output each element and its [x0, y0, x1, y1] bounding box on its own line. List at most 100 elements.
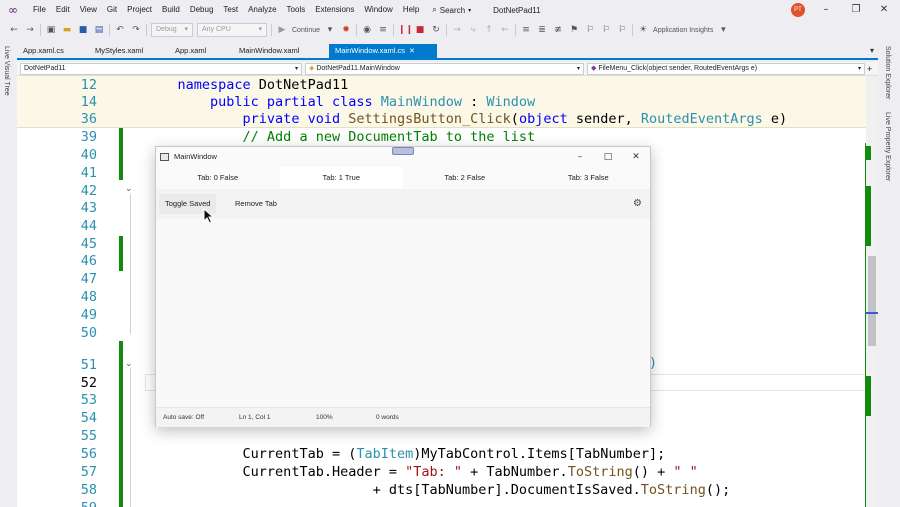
- live-visual-tree-tab[interactable]: Live Visual Tree: [3, 46, 10, 96]
- chevron-down-icon[interactable]: ▾: [717, 24, 729, 36]
- member-dropdown[interactable]: ◆ FileMenu_Click(object sender, RoutedEv…: [587, 63, 865, 75]
- code-line[interactable]: 36 private void SettingsButton_Click(obj…: [17, 111, 866, 128]
- diagnostics-icon[interactable]: ≡: [520, 24, 532, 36]
- project-dropdown[interactable]: DotNetPad11 ▾: [20, 63, 302, 75]
- menu-view[interactable]: View: [75, 0, 102, 20]
- doc-tab-mainwindow-xaml[interactable]: MainWindow.xaml: [233, 44, 329, 58]
- chevron-down-icon[interactable]: ▾: [324, 24, 336, 36]
- app-tab-0[interactable]: Tab: 0 False: [156, 167, 280, 189]
- fold-chevron-icon[interactable]: ⌄: [125, 184, 133, 194]
- save-all-icon[interactable]: ▤: [93, 24, 105, 36]
- bookmark-icon[interactable]: ⚑: [568, 24, 580, 36]
- code-line[interactable]: 58 + dts[TabNumber].DocumentIsSaved.ToSt…: [17, 482, 866, 499]
- menu-test[interactable]: Test: [218, 0, 243, 20]
- fold-chevron-icon[interactable]: ⌄: [125, 359, 133, 369]
- app-close-icon[interactable]: ✕: [622, 147, 650, 167]
- hot-reload-icon[interactable]: ✹: [340, 24, 352, 36]
- code-text: private void SettingsButton_Click(object…: [145, 111, 788, 128]
- step-into-icon[interactable]: →: [451, 24, 463, 36]
- doc-tab-mystyles-xaml[interactable]: MyStyles.xaml: [89, 44, 169, 58]
- app-tab-1[interactable]: Tab: 1 True: [279, 167, 403, 189]
- visual-studio-logo-icon[interactable]: ∞: [8, 4, 22, 16]
- menu-extensions[interactable]: Extensions: [310, 0, 359, 20]
- gear-icon[interactable]: ⚙: [633, 198, 642, 210]
- menu-help[interactable]: Help: [398, 0, 424, 20]
- app-tab-2[interactable]: Tab: 2 False: [403, 167, 527, 189]
- menu-analyze[interactable]: Analyze: [243, 0, 281, 20]
- save-icon[interactable]: ■: [77, 24, 89, 36]
- doc-tab-app-xaml[interactable]: App.xaml: [169, 44, 233, 58]
- minimize-icon[interactable]: –: [812, 0, 840, 20]
- menu-edit[interactable]: Edit: [51, 0, 75, 20]
- open-folder-icon[interactable]: ▬: [61, 24, 73, 36]
- restore-icon[interactable]: ❐: [842, 0, 870, 20]
- fold-guide: [130, 368, 131, 507]
- scrollbar-thumb[interactable]: [868, 256, 876, 346]
- code-line[interactable]: 56 CurrentTab = (TabItem)MyTabControl.It…: [17, 446, 866, 463]
- platform-combo[interactable]: Any CPU ▾: [197, 23, 267, 37]
- solution-explorer-tab[interactable]: Solution Explorer: [884, 46, 891, 99]
- menu-window[interactable]: Window: [359, 0, 397, 20]
- step-out-icon[interactable]: ↑: [483, 24, 495, 36]
- toolbar-separator: [109, 24, 110, 36]
- type-dropdown[interactable]: ◈ DotNetPad11.MainWindow ▾: [305, 63, 584, 75]
- menu-git[interactable]: Git: [102, 0, 122, 20]
- menu-project[interactable]: Project: [122, 0, 157, 20]
- remove-tab-button[interactable]: Remove Tab: [229, 194, 283, 214]
- configuration-combo[interactable]: Debug ▾: [151, 23, 193, 37]
- application-insights-button[interactable]: Application Insights: [653, 27, 713, 34]
- continue-icon[interactable]: ▶: [276, 24, 288, 36]
- menu-tools[interactable]: Tools: [282, 0, 311, 20]
- search-box[interactable]: ⌕ Search ▾: [432, 5, 471, 15]
- continue-button[interactable]: Continue: [292, 27, 320, 34]
- vertical-scrollbar[interactable]: [866, 76, 878, 507]
- code-line[interactable]: 12 namespace DotNetPad11: [17, 77, 866, 94]
- code-token: ToString: [640, 482, 706, 498]
- step-over-icon[interactable]: ⤷: [467, 24, 479, 36]
- uncomment-icon[interactable]: ≢: [552, 24, 564, 36]
- code-line[interactable]: 59: [17, 500, 866, 507]
- tab-overflow-icon[interactable]: ▾: [870, 46, 874, 55]
- close-tab-icon[interactable]: ✕: [409, 47, 415, 55]
- format-icon[interactable]: ≡: [377, 24, 389, 36]
- app-minimize-icon[interactable]: –: [566, 147, 594, 167]
- doc-tab-app-xaml-cs[interactable]: App.xaml.cs: [17, 44, 89, 58]
- code-line[interactable]: 57 CurrentTab.Header = "Tab: " + TabNumb…: [17, 464, 866, 481]
- app-main-window[interactable]: MainWindow – □ ✕ Tab: 0 False Tab: 1 Tru…: [155, 146, 651, 427]
- avatar[interactable]: PT: [791, 3, 805, 17]
- doc-tab-mainwindow-xaml-cs[interactable]: MainWindow.xaml.cs ✕: [329, 44, 437, 58]
- bookmark-prev-icon[interactable]: ⚐: [584, 24, 596, 36]
- restart-icon[interactable]: ↻: [430, 24, 442, 36]
- app-document-area[interactable]: [156, 219, 650, 407]
- app-tab-3[interactable]: Tab: 3 False: [527, 167, 651, 189]
- comment-icon[interactable]: ≣: [536, 24, 548, 36]
- navigate-back-icon[interactable]: ←: [8, 24, 20, 36]
- left-tool-strip: Live Visual Tree: [0, 40, 17, 507]
- menu-build[interactable]: Build: [157, 0, 185, 20]
- app-maximize-icon[interactable]: □: [594, 147, 622, 167]
- debug-toolbar-handle-icon[interactable]: [392, 147, 414, 155]
- breakpoint-icon[interactable]: ◉: [361, 24, 373, 36]
- live-property-explorer-tab[interactable]: Live Property Explorer: [884, 112, 891, 181]
- step-back-icon[interactable]: ←: [499, 24, 511, 36]
- code-line[interactable]: 14 public partial class MainWindow : Win…: [17, 94, 866, 111]
- menu-debug[interactable]: Debug: [185, 0, 219, 20]
- chevron-down-icon: ▾: [857, 65, 861, 72]
- undo-icon[interactable]: ↶: [114, 24, 126, 36]
- stop-icon[interactable]: ■: [414, 24, 426, 36]
- navigate-forward-icon[interactable]: →: [24, 24, 36, 36]
- code-line[interactable]: 55: [17, 428, 866, 445]
- menu-file[interactable]: File: [28, 0, 51, 20]
- split-editor-icon[interactable]: +: [867, 62, 872, 76]
- pause-icon[interactable]: ❙❙: [398, 24, 413, 36]
- bookmark-clear-icon[interactable]: ⚐: [616, 24, 628, 36]
- lightbulb-icon[interactable]: ☀: [637, 24, 649, 36]
- new-project-icon[interactable]: ▣: [45, 24, 57, 36]
- code-line[interactable]: 39 // Add a new DocumentTab to the list: [17, 129, 866, 146]
- close-icon[interactable]: ✕: [870, 0, 898, 20]
- bookmark-next-icon[interactable]: ⚐: [600, 24, 612, 36]
- sticky-scroll-header[interactable]: 12 namespace DotNetPad11 14 public partia…: [17, 76, 866, 128]
- redo-icon[interactable]: ↷: [130, 24, 142, 36]
- app-title-bar[interactable]: MainWindow – □ ✕: [156, 147, 650, 167]
